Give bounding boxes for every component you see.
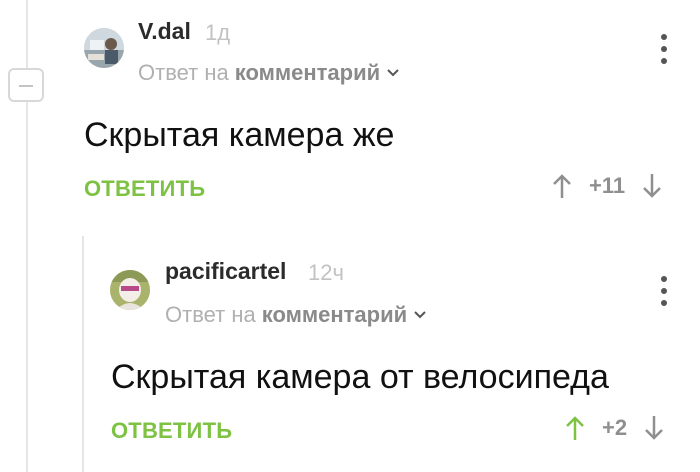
chevron-down-icon[interactable] bbox=[413, 310, 427, 320]
reply-button[interactable]: ОТВЕТИТЬ bbox=[84, 176, 205, 202]
collapse-thread-button[interactable] bbox=[8, 68, 44, 102]
comment-text: Скрытая камера же bbox=[84, 116, 395, 154]
comment-time: 12ч bbox=[308, 260, 344, 285]
comment-time: 1д bbox=[205, 20, 231, 45]
reply-to-link[interactable]: комментарий bbox=[262, 302, 407, 328]
reply-to-prefix: Ответ на bbox=[165, 302, 256, 327]
vote-control: +2 bbox=[564, 414, 665, 442]
reply-button[interactable]: ОТВЕТИТЬ bbox=[111, 418, 232, 444]
avatar[interactable] bbox=[110, 270, 150, 310]
avatar[interactable] bbox=[84, 28, 124, 68]
avatar-image bbox=[84, 28, 124, 68]
chevron-down-icon[interactable] bbox=[386, 68, 400, 78]
reply-to-line: Ответ на комментарий bbox=[138, 60, 400, 86]
comment-text: Скрытая камера от велосипеда bbox=[111, 358, 609, 396]
reply-to-line: Ответ на комментарий bbox=[165, 302, 427, 328]
avatar-image bbox=[110, 270, 150, 310]
comment-username[interactable]: pacificartel bbox=[165, 258, 286, 285]
reply-to-prefix: Ответ на bbox=[138, 60, 229, 85]
more-vertical-icon[interactable] bbox=[656, 274, 672, 308]
arrow-down-icon[interactable] bbox=[641, 172, 663, 200]
comment-username[interactable]: V.dal bbox=[138, 18, 191, 45]
arrow-up-icon[interactable] bbox=[551, 172, 573, 200]
arrow-down-icon[interactable] bbox=[643, 414, 665, 442]
reply-to-link[interactable]: комментарий bbox=[235, 60, 380, 86]
arrow-up-icon[interactable] bbox=[564, 414, 586, 442]
minus-icon bbox=[19, 85, 33, 87]
rating-count: +2 bbox=[602, 415, 628, 440]
rating-count: +11 bbox=[589, 173, 626, 198]
vote-control: +11 bbox=[551, 172, 663, 200]
more-vertical-icon[interactable] bbox=[656, 32, 672, 66]
reply-thread-line bbox=[82, 236, 84, 472]
